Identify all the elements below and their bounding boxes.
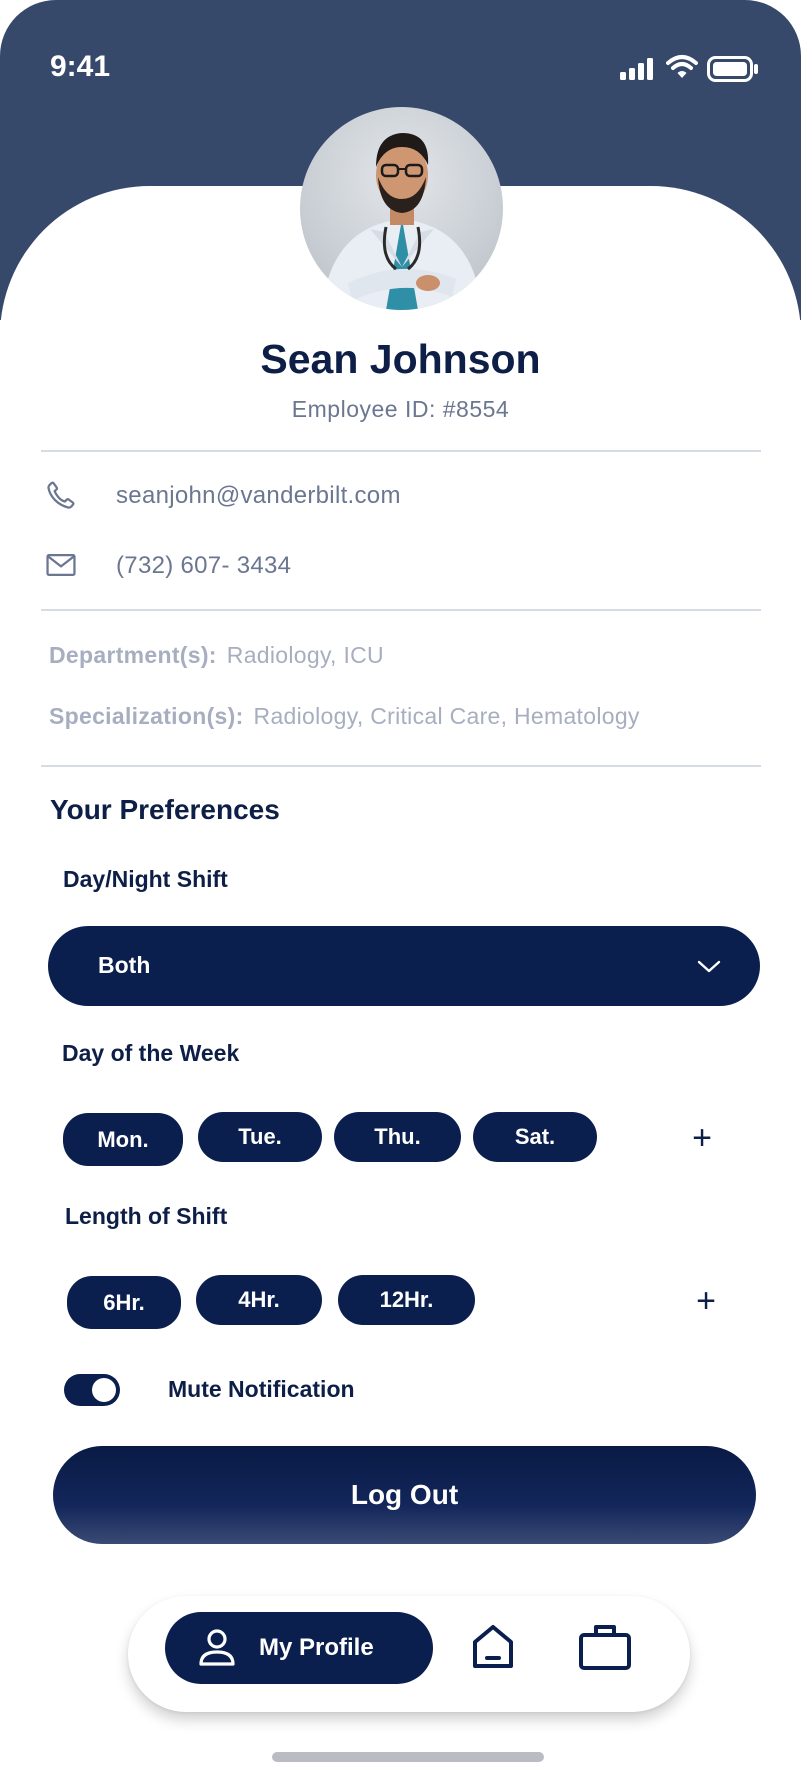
length-chip-12hr[interactable]: 12Hr. — [338, 1275, 475, 1325]
status-time: 9:41 — [50, 50, 111, 83]
add-length-button[interactable]: + — [686, 1281, 726, 1321]
employee-id: Employee ID: #8554 — [291, 396, 510, 422]
length-label: Length of Shift — [65, 1203, 228, 1229]
shift-dropdown[interactable]: Both — [48, 926, 760, 1006]
week-label: Day of the Week — [62, 1040, 240, 1066]
department-line: Department(s): Radiology, ICU — [49, 642, 384, 669]
mute-label: Mute Notification — [168, 1376, 355, 1402]
email-text: seanjohn@vanderbilt.com — [116, 482, 401, 509]
doctor-photo — [322, 133, 482, 310]
wifi-icon — [666, 55, 698, 78]
day-chip-thu[interactable]: Thu. — [334, 1112, 461, 1162]
briefcase-icon[interactable] — [578, 1622, 632, 1672]
divider — [41, 450, 761, 452]
bottom-nav: My Profile — [128, 1596, 690, 1712]
department-label: Department(s): — [49, 642, 217, 668]
day-chip-mon[interactable]: Mon. — [63, 1113, 183, 1166]
profile-name: Sean Johnson — [260, 336, 541, 382]
shift-value: Both — [98, 952, 151, 978]
preferences-title: Your Preferences — [50, 794, 280, 825]
add-day-button[interactable]: + — [682, 1118, 722, 1158]
phone-row[interactable]: (732) 607- 3434 — [44, 548, 544, 588]
specialization-line: Specialization(s): Radiology, Critical Ca… — [49, 703, 640, 730]
profile-avatar — [300, 107, 503, 310]
nav-my-profile-label: My Profile — [259, 1634, 374, 1661]
nav-item-my-profile[interactable]: My Profile — [165, 1612, 433, 1684]
phone-text: (732) 607- 3434 — [116, 552, 292, 579]
specialization-value: Radiology, Critical Care, Hematology — [253, 703, 640, 729]
logout-button[interactable]: Log Out — [53, 1446, 756, 1544]
email-row[interactable]: seanjohn@vanderbilt.com — [44, 478, 544, 518]
length-chip-4hr[interactable]: 4Hr. — [196, 1275, 322, 1325]
home-indicator — [272, 1752, 544, 1762]
battery-icon — [707, 56, 758, 82]
divider — [41, 765, 761, 767]
shift-label: Day/Night Shift — [63, 866, 228, 892]
mute-toggle[interactable] — [64, 1374, 120, 1406]
mail-icon — [46, 553, 76, 577]
home-icon[interactable] — [470, 1622, 516, 1672]
signal-icon — [620, 58, 653, 80]
department-value: Radiology, ICU — [226, 642, 384, 668]
length-chip-6hr[interactable]: 6Hr. — [67, 1276, 181, 1329]
phone-icon — [47, 481, 75, 509]
divider — [41, 609, 761, 611]
phone-screen: 9:41 Sean Johnson Employee ID: #8554 sea… — [0, 0, 801, 1785]
chevron-down-icon — [697, 960, 721, 973]
day-chip-tue[interactable]: Tue. — [198, 1112, 322, 1162]
toggle-knob — [92, 1378, 116, 1402]
user-icon — [199, 1629, 235, 1666]
day-chip-sat[interactable]: Sat. — [473, 1112, 597, 1162]
specialization-label: Specialization(s): — [49, 703, 244, 729]
